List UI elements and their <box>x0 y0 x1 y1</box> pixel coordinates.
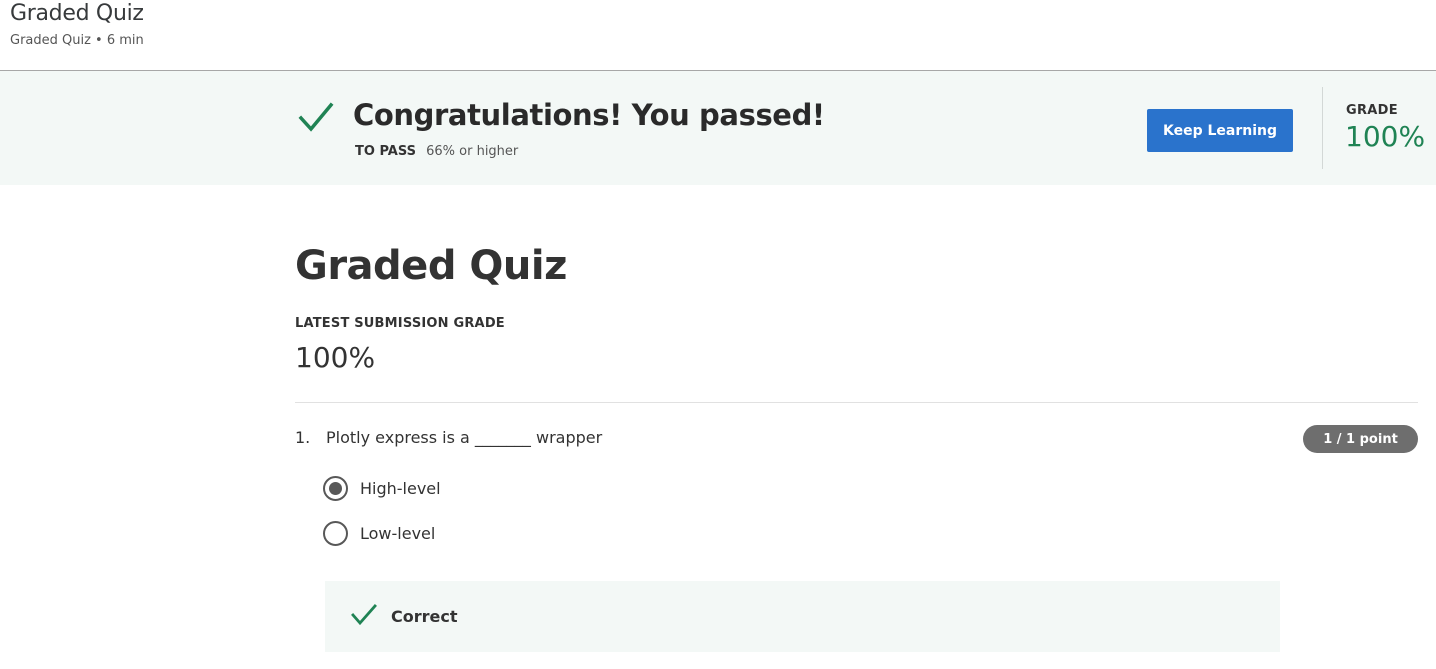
page-header-subtitle: Graded Quiz • 6 min <box>10 33 144 48</box>
checkmark-icon <box>351 604 377 626</box>
points-badge: 1 / 1 point <box>1303 425 1418 453</box>
pass-requirement: TO PASS 66% or higher <box>355 144 518 159</box>
quiz-title: Graded Quiz <box>295 243 567 289</box>
page-header-title: Graded Quiz <box>10 1 144 26</box>
grade-label: GRADE <box>1346 103 1398 118</box>
option-low-level[interactable]: Low-level <box>323 520 435 546</box>
radio-button[interactable] <box>323 520 348 546</box>
radio-button-selected[interactable] <box>323 475 348 501</box>
option-label: Low-level <box>360 523 436 543</box>
pass-heading: Congratulations! You passed! <box>353 98 825 132</box>
page-header: Graded Quiz Graded Quiz • 6 min <box>0 0 1436 71</box>
checkmark-icon <box>298 102 334 132</box>
feedback-text: Correct <box>391 607 458 626</box>
section-divider <box>295 402 1418 403</box>
pass-requirement-label: TO PASS <box>355 144 416 159</box>
latest-submission-label: LATEST SUBMISSION GRADE <box>295 316 505 331</box>
grade-value: 100% <box>1345 120 1426 153</box>
question-number: 1. <box>295 428 311 447</box>
option-label: High-level <box>360 478 441 498</box>
question-text: Plotly express is a _______ wrapper <box>326 428 603 447</box>
option-high-level[interactable]: High-level <box>323 475 441 501</box>
feedback-box: Correct <box>325 581 1280 652</box>
keep-learning-button[interactable]: Keep Learning <box>1147 109 1293 152</box>
pass-banner: Congratulations! You passed! TO PASS 66%… <box>0 71 1436 185</box>
pass-requirement-value: 66% or higher <box>426 144 519 159</box>
grade-divider <box>1322 87 1323 169</box>
latest-submission-grade: 100% <box>295 341 376 374</box>
